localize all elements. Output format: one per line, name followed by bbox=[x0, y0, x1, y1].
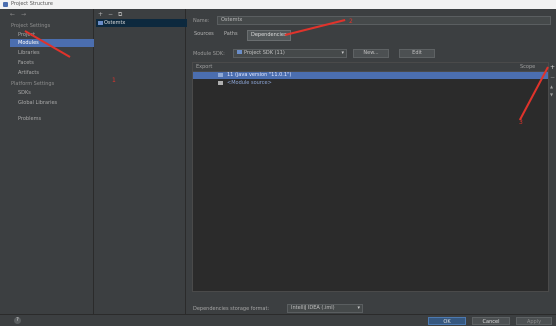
apply-button[interactable]: Apply bbox=[516, 317, 552, 325]
move-down-button[interactable]: ▼ bbox=[550, 92, 553, 97]
sidebar-item-libraries[interactable]: Libraries bbox=[16, 49, 94, 57]
settings-sidebar: ← → Project Settings Project Modules Lib… bbox=[6, 9, 102, 314]
tab-sources[interactable]: Sources bbox=[191, 30, 217, 39]
tab-paths[interactable]: Paths bbox=[221, 30, 241, 39]
name-label: Name: bbox=[193, 18, 210, 24]
table-side-toolbar: + − ▲ ▼ bbox=[550, 64, 556, 104]
chevron-down-icon: ▾ bbox=[341, 50, 344, 56]
ok-button[interactable]: OK bbox=[428, 317, 466, 325]
edit-sdk-button[interactable]: Edit bbox=[399, 49, 435, 58]
window-title: Project Structure bbox=[11, 1, 53, 7]
add-dependency-button[interactable]: + bbox=[550, 64, 555, 71]
back-button[interactable]: ← bbox=[10, 11, 15, 18]
remove-dependency-button[interactable]: − bbox=[550, 74, 555, 81]
project-settings-heading: Project Settings bbox=[11, 23, 51, 29]
move-up-button[interactable]: ▲ bbox=[550, 84, 553, 89]
module-sdk-value: Project SDK (11) bbox=[244, 50, 285, 56]
table-row[interactable]: 11 (java version "11.0.1") bbox=[193, 72, 548, 79]
sidebar-item-global-libraries[interactable]: Global Libraries bbox=[16, 99, 94, 107]
window-titlebar: Project Structure bbox=[0, 0, 556, 9]
sidebar-item-artifacts[interactable]: Artifacts bbox=[16, 69, 94, 77]
copy-module-icon[interactable]: ⧉ bbox=[118, 11, 122, 19]
column-scope: Scope bbox=[520, 64, 536, 70]
module-folder-icon bbox=[98, 21, 103, 25]
new-sdk-button[interactable]: New... bbox=[353, 49, 389, 58]
platform-settings-heading: Platform Settings bbox=[11, 81, 55, 87]
sidebar-item-problems[interactable]: Problems bbox=[16, 115, 94, 123]
sidebar-item-modules[interactable]: Modules bbox=[10, 39, 102, 47]
module-name-value: Ostemtx bbox=[221, 17, 243, 23]
table-row[interactable]: <Module source> bbox=[193, 80, 548, 87]
annotation-number-3: 3 bbox=[519, 119, 523, 126]
module-name-field[interactable]: Ostemtx bbox=[217, 16, 551, 25]
module-sdk-select[interactable]: Project SDK (11) ▾ bbox=[233, 49, 347, 58]
add-module-button[interactable]: + bbox=[98, 11, 103, 18]
annotation-number-1: 1 bbox=[112, 77, 116, 84]
module-name: Ostemtx bbox=[104, 20, 126, 26]
forward-button[interactable]: → bbox=[21, 11, 26, 18]
storage-format-select[interactable]: IntelliJ IDEA (.iml) ▾ bbox=[287, 304, 363, 313]
row-label: <Module source> bbox=[227, 80, 272, 86]
storage-format-value: IntelliJ IDEA (.iml) bbox=[291, 305, 335, 311]
dependencies-table: Export Scope 11 (java version "11.0.1") … bbox=[192, 62, 549, 292]
row-label: 11 (java version "11.0.1") bbox=[227, 72, 292, 78]
app-icon bbox=[3, 2, 8, 7]
help-button[interactable]: ? bbox=[14, 317, 21, 324]
column-export: Export bbox=[196, 64, 213, 70]
sidebar-item-facets[interactable]: Facets bbox=[16, 59, 94, 67]
module-list-pane: + − ⧉ Ostemtx bbox=[94, 9, 192, 314]
module-sdk-label: Module SDK: bbox=[193, 51, 225, 57]
module-list-item[interactable]: Ostemtx bbox=[96, 19, 192, 27]
jdk-folder-icon bbox=[218, 73, 223, 77]
cancel-button[interactable]: Cancel bbox=[472, 317, 510, 325]
source-folder-icon bbox=[218, 81, 223, 85]
storage-format-label: Dependencies storage format: bbox=[193, 306, 270, 312]
annotation-number-2: 2 bbox=[349, 18, 353, 25]
nav-arrows: ← → bbox=[10, 11, 26, 18]
remove-module-button[interactable]: − bbox=[108, 11, 113, 18]
dialog-footer: ? OK Cancel Apply bbox=[0, 314, 556, 325]
tab-dependencies[interactable]: Dependencies bbox=[247, 30, 291, 41]
chevron-down-icon: ▾ bbox=[357, 305, 360, 311]
sdk-folder-icon bbox=[237, 50, 242, 54]
table-header: Export Scope bbox=[193, 63, 548, 72]
sidebar-item-sdks[interactable]: SDKs bbox=[16, 89, 94, 97]
